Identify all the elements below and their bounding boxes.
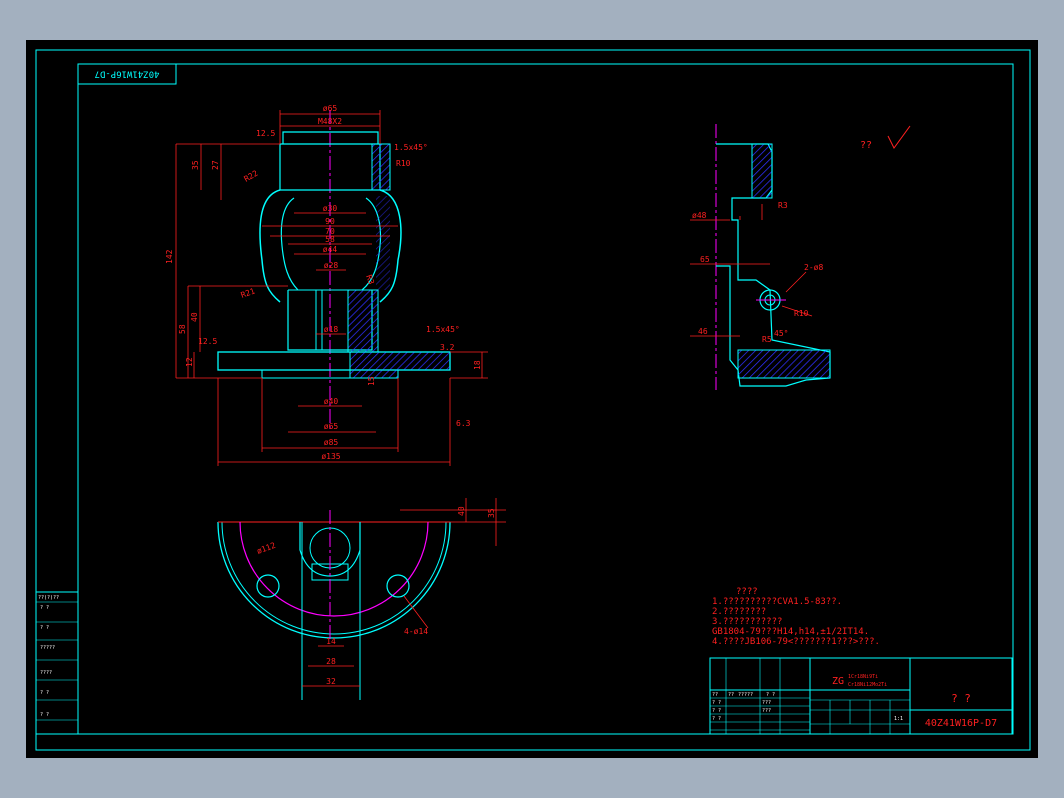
svg-text:? ?: ? ? [40,625,49,631]
svg-text:R21: R21 [240,286,257,299]
svg-text:58: 58 [178,324,187,334]
svg-text:ø65: ø65 [324,422,339,431]
svg-text:R3: R3 [778,201,788,210]
top-label: 40Z41W16P-D7 [94,69,159,79]
svg-text:2.????????: 2.???????? [712,607,766,617]
svg-text:ø48: ø48 [692,211,707,220]
part-name: ? ? [951,692,971,705]
roughness-note: ?? [860,140,872,151]
svg-text:R22: R22 [243,169,260,184]
svg-text:12.5: 12.5 [198,337,217,346]
svg-text:ø135: ø135 [321,452,340,461]
svg-text:45°: 45° [774,329,788,338]
drawing-canvas[interactable]: 40Z41W16P-D7 ø65 M48X2 1.5x45° R10 ø30 9… [26,40,1038,758]
material-spec-2: Cr18Ni12Mo2Ti [848,682,887,688]
svg-text:4-ø14: 4-ø14 [404,627,428,636]
svg-text:ø44: ø44 [323,245,338,254]
title-block[interactable]: ZG 1Cr18Ni9Ti Cr18Ni12Mo2Ti ? ? 40Z41W16… [709,657,1013,735]
svg-text:R3: R3 [364,274,376,286]
svg-text:14: 14 [326,637,336,646]
svg-text:ø30: ø30 [323,204,338,213]
svg-text:18: 18 [473,360,482,370]
technical-notes: ???? 1.??????????CVA1.5-83??. 2.????????… [712,587,880,647]
svg-text:12.5: 12.5 [256,129,275,138]
svg-text:? ?: ? ? [712,708,721,714]
svg-text:35: 35 [191,160,200,170]
svg-text:2-ø8: 2-ø8 [804,263,823,272]
material-spec-1: 1Cr18Ni9Ti [848,674,878,680]
svg-text:?????: ????? [40,645,55,651]
svg-text:ø28: ø28 [324,261,339,270]
material-label: ZG [832,676,844,687]
svg-text:3.???????????: 3.??????????? [712,617,782,627]
svg-text:142: 142 [165,249,174,264]
cad-viewport[interactable]: 40Z41W16P-D7 ø65 M48X2 1.5x45° R10 ø30 9… [26,40,1038,758]
svg-text:? ?: ? ? [712,700,721,706]
svg-text:? ?: ? ? [40,605,49,611]
svg-text:3.2: 3.2 [440,343,455,352]
svg-text:65: 65 [700,255,710,264]
svg-text:58: 58 [325,235,335,244]
svg-text:? ?: ? ? [766,692,775,698]
side-table: ??(?)?? ? ? ? ? ????? ???? ? ? ? ? [35,591,79,735]
svg-text:??: ?? [712,692,718,698]
svg-text:???: ??? [762,708,771,714]
svg-text:R10: R10 [396,159,411,168]
svg-text:15: 15 [367,376,376,386]
svg-text:40: 40 [190,312,199,322]
svg-text:ø65: ø65 [323,104,338,113]
drawing-number: 40Z41W16P-D7 [925,718,997,729]
svg-text:12: 12 [185,357,194,367]
svg-text:R10: R10 [794,309,809,318]
svg-text:4.????JB106-79<???????1???>???: 4.????JB106-79<???????1???>???. [712,637,880,647]
svg-text:???: ??? [762,700,771,706]
svg-text:GB1804-79???H14,h14,±1/2IT14.: GB1804-79???H14,h14,±1/2IT14. [712,627,869,637]
svg-text:??(?)??: ??(?)?? [38,595,59,601]
svg-text:R5: R5 [762,335,772,344]
svg-text:28: 28 [326,657,336,666]
svg-text:1.5x45°: 1.5x45° [426,325,460,334]
svg-text:M48X2: M48X2 [318,117,342,126]
bottom-view[interactable]: 40 35 ø112 4-ø14 14 28 32 [217,498,506,700]
svg-text:ø112: ø112 [256,541,277,556]
svg-text:6.3: 6.3 [456,419,471,428]
svg-text:40: 40 [457,506,466,516]
svg-text:46: 46 [698,327,708,336]
svg-text:32: 32 [326,677,336,686]
svg-text:1:1: 1:1 [894,716,903,722]
svg-text:? ?: ? ? [712,716,721,722]
svg-text:27: 27 [211,160,220,170]
svg-text:1.5x45°: 1.5x45° [394,143,428,152]
svg-text:??: ?? [728,692,734,698]
side-view[interactable]: ø48 65 46 2-ø8 R10 R5 45° R3 [690,124,831,390]
svg-text:????: ???? [736,587,758,597]
svg-text:35: 35 [487,508,496,518]
svg-text:ø40: ø40 [324,397,339,406]
outer-frame [35,49,1031,751]
svg-text:? ?: ? ? [40,690,49,696]
svg-text:?????: ????? [738,692,753,698]
svg-text:ø85: ø85 [324,438,339,447]
svg-text:90: 90 [325,217,335,226]
front-view[interactable]: ø65 M48X2 1.5x45° R10 ø30 90 70 58 ø44 ø… [165,104,488,466]
svg-text:????: ???? [40,670,52,676]
roughness-symbol [887,125,911,149]
top-label-box: 40Z41W16P-D7 [77,63,177,85]
svg-text:1.??????????CVA1.5-83??.: 1.??????????CVA1.5-83??. [712,597,842,607]
svg-text:ø18: ø18 [324,325,339,334]
svg-text:? ?: ? ? [40,712,49,718]
